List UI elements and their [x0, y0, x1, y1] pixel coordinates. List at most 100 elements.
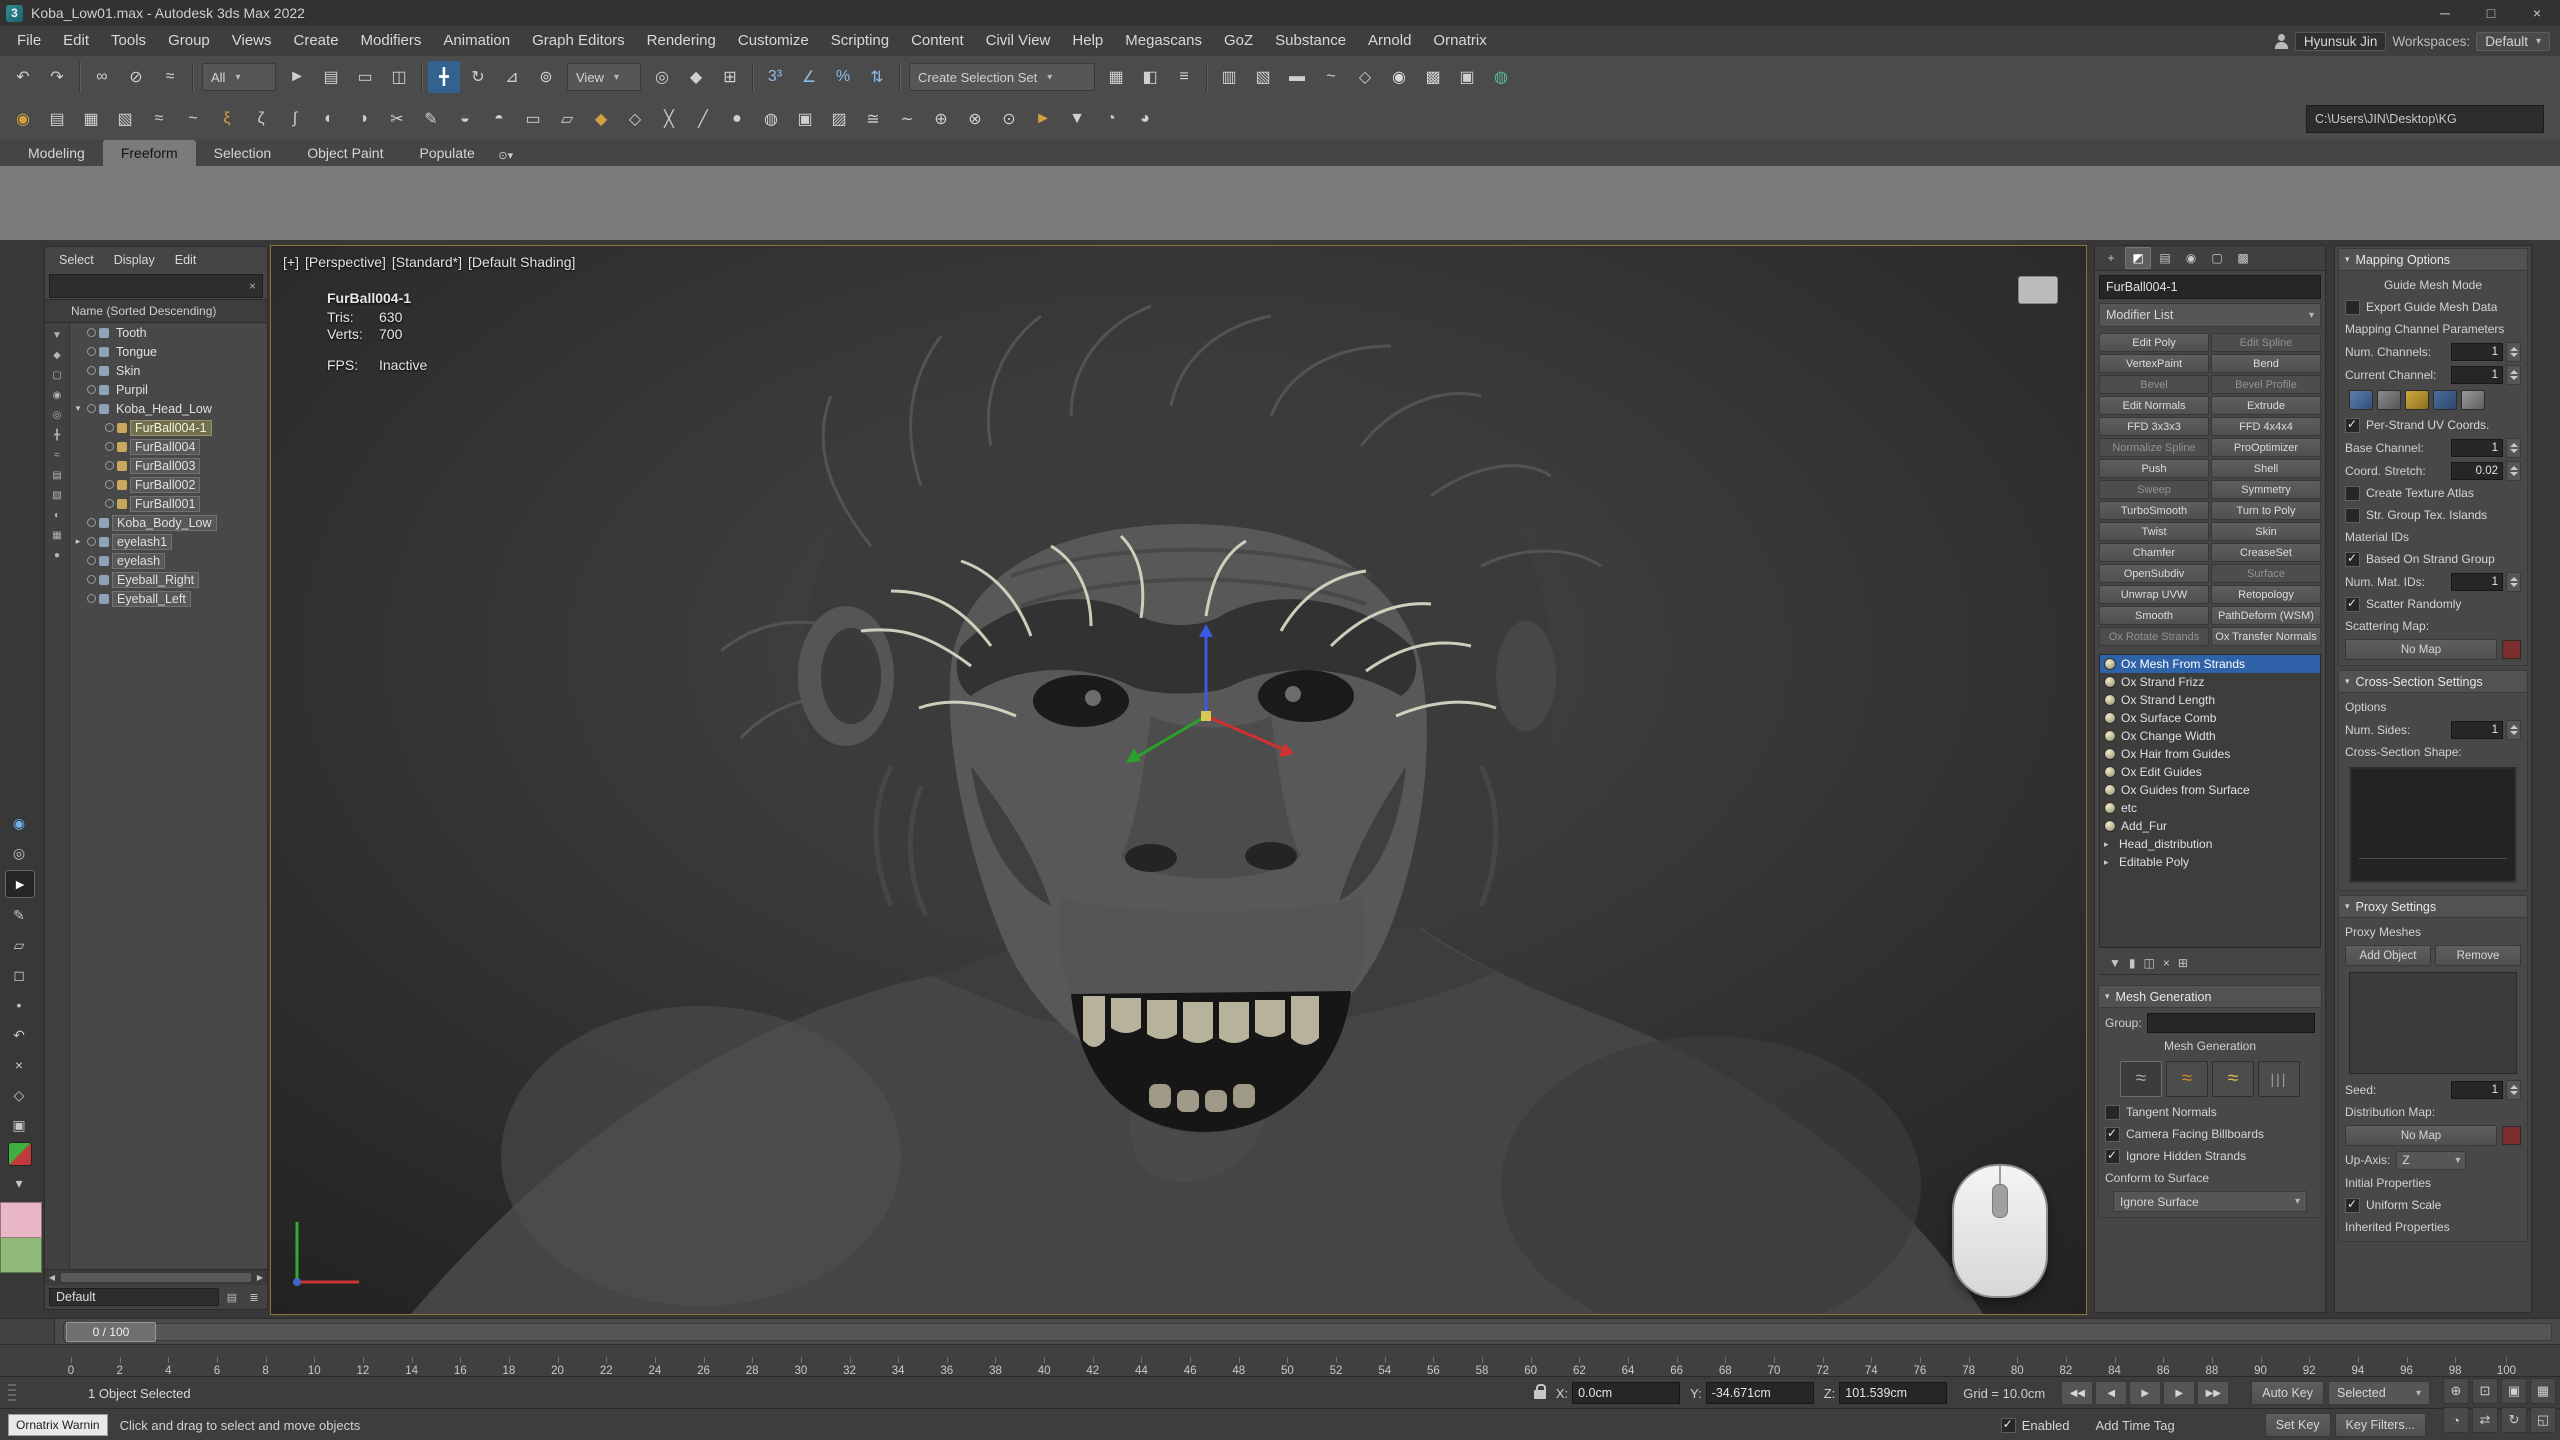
checkbox-icon[interactable]	[2345, 552, 2360, 567]
ornatrix-warning-badge[interactable]: Ornatrix Warnin	[8, 1414, 108, 1436]
explorer-sort-icon[interactable]: ▼	[48, 326, 66, 344]
modifier-enable-icon[interactable]	[2104, 748, 2116, 760]
visibility-dot-icon[interactable]	[105, 461, 114, 470]
ornatrix-tool-icon[interactable]: ≅	[857, 103, 889, 135]
menu-item[interactable]: Tools	[100, 26, 157, 56]
filter-materials-icon[interactable]: ●	[48, 546, 66, 564]
ribbon-tab[interactable]: Modeling	[10, 140, 103, 166]
menu-item[interactable]: Scripting	[820, 26, 900, 56]
modifier-button[interactable]: Normalize Spline	[2099, 438, 2209, 457]
checkbox-icon[interactable]	[2345, 597, 2360, 612]
unlink-selection-icon[interactable]: ⊘	[120, 61, 152, 93]
value-field[interactable]: 1	[2451, 721, 2503, 739]
ornatrix-tool-icon[interactable]: ⊕	[925, 103, 957, 135]
ornatrix-tool-icon[interactable]: ▨	[823, 103, 855, 135]
no-map-button[interactable]: No Map	[2345, 639, 2497, 660]
filter-helpers-icon[interactable]: ╋	[48, 426, 66, 444]
object-name-label[interactable]: FurBall004-1	[130, 420, 212, 436]
selection-filter-dropdown[interactable]: All▾	[202, 63, 276, 91]
modifier-button[interactable]: VertexPaint	[2099, 354, 2209, 373]
bind-to-space-warp-icon[interactable]: ≈	[154, 61, 186, 93]
scene-explorer-toggle-icon[interactable]: ▥	[1213, 61, 1245, 93]
minimize-button[interactable]: ─	[2422, 0, 2468, 26]
modifier-stack-item[interactable]: ▸ Editable Poly	[2100, 853, 2320, 871]
no-map-button[interactable]: No Map	[2345, 1125, 2497, 1146]
zoom-all-icon[interactable]: ⊡	[2472, 1378, 2498, 1404]
ribbon-tab[interactable]: Selection	[196, 140, 290, 166]
menu-item[interactable]: Substance	[1264, 26, 1357, 56]
maximize-viewport-icon[interactable]: ◱	[2530, 1407, 2556, 1433]
keyboard-override-icon[interactable]: ⊞	[714, 61, 746, 93]
key-filters-button[interactable]: Key Filters...	[2335, 1413, 2426, 1437]
zoom-extents-all-icon[interactable]: ▦	[2530, 1378, 2556, 1404]
visibility-dot-icon[interactable]	[87, 366, 96, 375]
menu-item[interactable]: Arnold	[1357, 26, 1422, 56]
percent-snap-icon[interactable]: %	[827, 61, 859, 93]
schematic-view-icon[interactable]: ◇	[1349, 61, 1381, 93]
spinner[interactable]	[2506, 365, 2521, 385]
x-coordinate-field[interactable]: 0.0cm	[1572, 1382, 1680, 1404]
ornatrix-tool-icon[interactable]: ◔	[1095, 103, 1127, 135]
modifier-button[interactable]: Ox Transfer Normals	[2211, 627, 2321, 646]
object-name-label[interactable]: Koba_Head_Low	[112, 402, 216, 416]
menu-item[interactable]: Help	[1061, 26, 1114, 56]
map-swatch-icon[interactable]	[2502, 1126, 2521, 1145]
ornatrix-tool-icon[interactable]: ◐	[313, 103, 345, 135]
spinner[interactable]	[2506, 342, 2521, 362]
checkbox-icon[interactable]	[2345, 300, 2360, 315]
menu-item[interactable]: Graph Editors	[521, 26, 636, 56]
modifier-button[interactable]: Smooth	[2099, 606, 2209, 625]
time-slider-thumb[interactable]: 0 / 100	[66, 1322, 156, 1342]
ornatrix-logo-icon[interactable]: ◉	[7, 103, 39, 135]
value-field[interactable]: 1	[2451, 366, 2503, 384]
show-end-result-icon[interactable]: ▮	[2129, 956, 2136, 970]
object-name-label[interactable]: FurBall001	[130, 496, 200, 512]
modifier-enable-icon[interactable]	[2104, 730, 2116, 742]
configure-modifier-sets-icon[interactable]: ⊞	[2178, 956, 2188, 970]
modifier-stack-item[interactable]: Ox Hair from Guides	[2100, 745, 2320, 763]
visibility-dot-icon[interactable]	[87, 556, 96, 565]
filter-groups-icon[interactable]: ▤	[48, 466, 66, 484]
window-crossing-icon[interactable]: ◫	[383, 61, 415, 93]
viewport-header-item[interactable]: [Perspective]	[305, 254, 386, 270]
mapping-preset-icon[interactable]	[2461, 390, 2485, 410]
visibility-dot-icon[interactable]	[87, 328, 96, 337]
mirror-icon[interactable]: ◧	[1134, 61, 1166, 93]
menu-item[interactable]: Megascans	[1114, 26, 1213, 56]
modifier-stack-item[interactable]: Ox Guides from Surface	[2100, 781, 2320, 799]
annotation-app-icon[interactable]: ◉	[5, 810, 33, 836]
scene-object-row[interactable]: FurBall004	[70, 437, 267, 456]
filter-bones-icon[interactable]: ◐	[48, 506, 66, 524]
select-object-icon[interactable]: ►	[281, 61, 313, 93]
scene-object-row[interactable]: ▸ eyelash1	[70, 532, 267, 551]
modifier-button[interactable]: Edit Poly	[2099, 333, 2209, 352]
scene-object-row[interactable]: Skin	[70, 361, 267, 380]
menu-item[interactable]: GoZ	[1213, 26, 1264, 56]
rendered-frame-icon[interactable]: ▣	[1451, 61, 1483, 93]
object-name-label[interactable]: FurBall004	[130, 439, 200, 455]
value-field[interactable]: 1	[2451, 343, 2503, 361]
modifier-enable-icon[interactable]	[2104, 802, 2116, 814]
menu-item[interactable]: Ornatrix	[1422, 26, 1497, 56]
viewport-header-item[interactable]: [+]	[283, 254, 299, 270]
ornatrix-tool-icon[interactable]: ╱	[687, 103, 719, 135]
scene-object-row[interactable]: Eyeball_Right	[70, 570, 267, 589]
scene-object-row[interactable]: Tongue	[70, 342, 267, 361]
viewport-header-item[interactable]: [Standard*]	[392, 254, 462, 270]
checkbox-icon[interactable]	[2345, 508, 2360, 523]
menu-item[interactable]: Edit	[52, 26, 100, 56]
modifier-stack-item[interactable]: ▸ Head_distribution	[2100, 835, 2320, 853]
ornatrix-tool-icon[interactable]: ▧	[109, 103, 141, 135]
maximize-button[interactable]: □	[2468, 0, 2514, 26]
modifier-enable-icon[interactable]	[2104, 676, 2116, 688]
filter-xrefs-icon[interactable]: ▧	[48, 486, 66, 504]
modifier-button[interactable]: Bevel	[2099, 375, 2209, 394]
enabled-toggle[interactable]: Enabled	[2001, 1418, 2070, 1433]
checkbox-row[interactable]: Scatter Randomly	[2345, 595, 2521, 613]
workspace-dropdown[interactable]: Default▾	[2476, 32, 2550, 51]
pan-icon[interactable]: ⇄	[2472, 1407, 2498, 1433]
visibility-toggle-icon[interactable]: ◎	[5, 840, 33, 866]
modifier-button[interactable]: CreaseSet	[2211, 543, 2321, 562]
motion-tab[interactable]: ◉	[2179, 248, 2203, 268]
visibility-dot-icon[interactable]	[87, 518, 96, 527]
